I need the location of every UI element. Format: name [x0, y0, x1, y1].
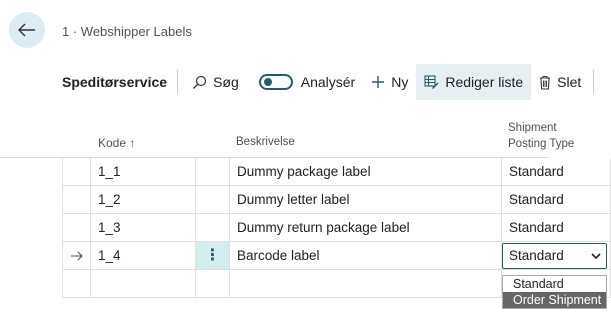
current-row-arrow-icon [70, 251, 83, 260]
search-icon [193, 75, 207, 89]
code-cell[interactable]: 1_1 [91, 158, 196, 186]
table-row-selected[interactable]: 1_4 ⋮ Barcode label Standard [62, 242, 611, 270]
search-label: Søg [213, 74, 239, 90]
analyze-toggle[interactable]: Analysér [247, 64, 363, 100]
dropdown-option-standard[interactable]: Standard [503, 276, 606, 292]
toolbar-divider-end [593, 70, 595, 94]
shipment-header-line2: Posting Type [508, 138, 575, 150]
dropdown-option-order-shipment[interactable]: Order Shipment [503, 292, 606, 308]
toggle-switch[interactable] [258, 74, 293, 90]
more-options-icon: ⋮ [204, 247, 221, 264]
dropdown-list: Standard Order Shipment [502, 275, 607, 309]
table-row[interactable]: 1_3 Dummy return package label Standard [62, 214, 611, 242]
table-row[interactable]: 1_2 Dummy letter label Standard [62, 186, 611, 214]
type-cell[interactable]: Standard [502, 214, 611, 242]
shipment-header-line1: Shipment [508, 122, 557, 134]
code-cell[interactable]: 1_2 [91, 186, 196, 214]
toolbar-divider [177, 70, 179, 94]
new-button[interactable]: Ny [363, 64, 416, 100]
plus-icon [372, 76, 385, 88]
type-cell[interactable]: Standard [502, 186, 611, 214]
description-header-label: Beskrivelse [236, 136, 295, 148]
shipment-posting-type-select[interactable]: Standard [502, 243, 607, 269]
new-label: Ny [391, 74, 409, 90]
code-cell[interactable]: 1_4 [91, 242, 196, 270]
type-cell[interactable]: Standard [502, 158, 611, 186]
page-title: Speditørservice [62, 74, 168, 90]
chevron-down-icon [591, 244, 601, 269]
delete-label: Slet [557, 74, 582, 90]
description-cell[interactable]: Barcode label [230, 242, 502, 270]
breadcrumb: 1 · Webshipper Labels [62, 24, 192, 39]
action-bar: Speditørservice Søg Analysér Ny Rediger … [62, 64, 611, 100]
table-row[interactable]: 1_1 Dummy package label Standard [62, 158, 611, 186]
search-button[interactable]: Søg [184, 64, 247, 100]
select-value: Standard [509, 248, 564, 263]
row-actions-button[interactable]: ⋮ [196, 242, 230, 270]
edit-list-label: Rediger liste [445, 74, 524, 90]
arrow-left-icon [18, 23, 35, 37]
sort-ascending-icon: ↑ [129, 136, 136, 150]
description-cell[interactable]: Dummy package label [230, 158, 502, 186]
analyze-label: Analysér [300, 74, 356, 90]
edit-list-icon [424, 75, 439, 89]
trash-icon [540, 75, 551, 90]
description-cell[interactable]: Dummy letter label [230, 186, 502, 214]
code-cell[interactable]: 1_3 [91, 214, 196, 242]
delete-button[interactable]: Slet [531, 64, 589, 100]
edit-list-button[interactable]: Rediger liste [416, 64, 532, 100]
page: 1 · Webshipper Labels Speditørservice Sø… [0, 0, 611, 312]
description-cell[interactable]: Dummy return package label [230, 214, 502, 242]
code-header-label: Kode [98, 136, 127, 150]
back-button[interactable] [9, 12, 45, 48]
